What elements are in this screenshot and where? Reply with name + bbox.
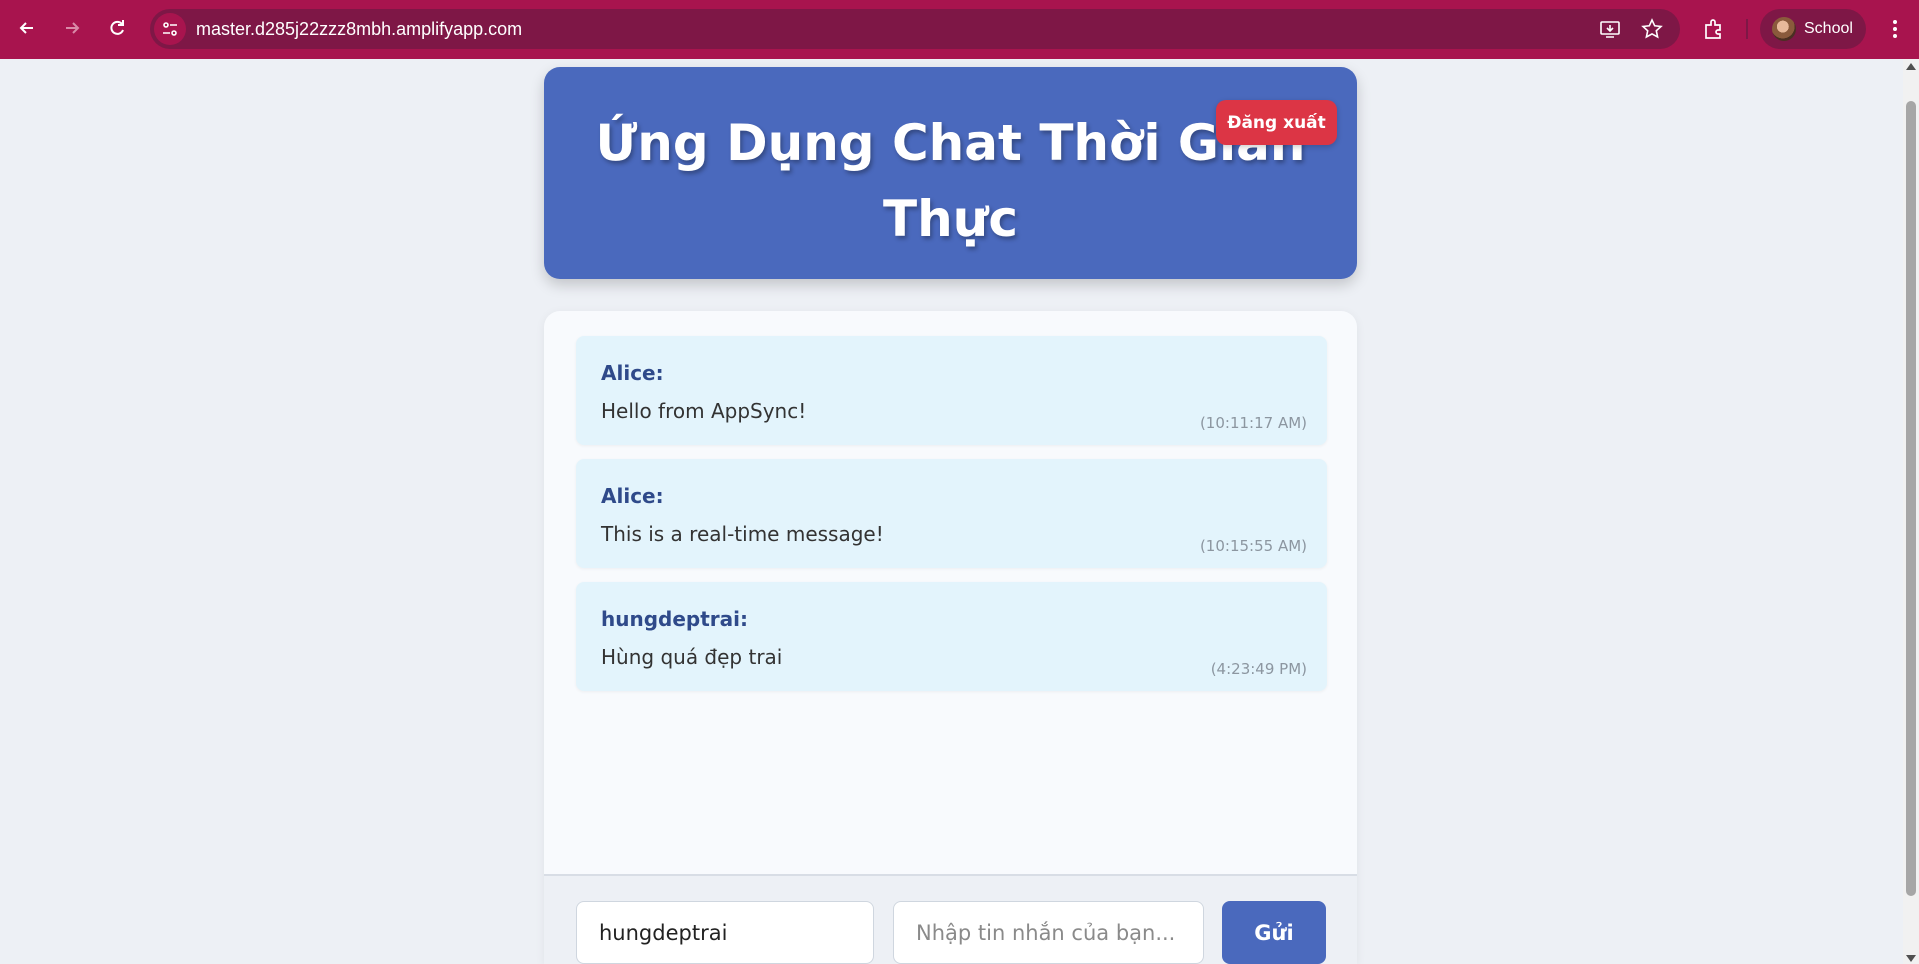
install-icon[interactable]	[1598, 17, 1622, 41]
star-icon[interactable]	[1640, 17, 1664, 41]
list-item: hungdeptrai: Hùng quá đẹp trai (4:23:49 …	[576, 582, 1327, 691]
back-icon[interactable]	[12, 13, 42, 43]
extensions-icon[interactable]	[1698, 14, 1728, 44]
username-input[interactable]: hungdeptrai	[576, 901, 874, 964]
scroll-up-arrow-icon[interactable]	[1906, 63, 1916, 70]
forward-icon[interactable]	[57, 13, 87, 43]
profile-button[interactable]: School	[1760, 9, 1866, 49]
menu-icon[interactable]	[1880, 14, 1910, 44]
reload-icon[interactable]	[102, 13, 132, 43]
address-bar[interactable]: master.d285j22zzz8mbh.amplifyapp.com	[150, 9, 1680, 49]
app-header: Ứng Dụng Chat Thời Gian Thực	[544, 67, 1357, 279]
message-text: This is a real-time message!	[601, 522, 884, 546]
logout-button[interactable]: Đăng xuất	[1216, 100, 1337, 145]
message-text: Hùng quá đẹp trai	[601, 645, 783, 669]
avatar	[1772, 17, 1796, 41]
page-scrollbar[interactable]	[1903, 59, 1919, 964]
message-timestamp: (10:11:17 AM)	[1199, 414, 1307, 432]
url-text[interactable]: master.d285j22zzz8mbh.amplifyapp.com	[196, 19, 522, 40]
scroll-down-arrow-icon[interactable]	[1906, 955, 1916, 962]
message-username: Alice:	[601, 361, 664, 385]
message-username: Alice:	[601, 484, 664, 508]
profile-label: School	[1804, 20, 1853, 37]
list-item: Alice: This is a real-time message! (10:…	[576, 459, 1327, 568]
message-timestamp: (10:15:55 AM)	[1199, 537, 1307, 555]
message-input[interactable]: Nhập tin nhắn của bạn...	[893, 901, 1204, 964]
message-text: Hello from AppSync!	[601, 399, 807, 423]
list-item: Alice: Hello from AppSync! (10:11:17 AM)	[576, 336, 1327, 445]
browser-toolbar: master.d285j22zzz8mbh.amplifyapp.com Sch…	[0, 0, 1919, 59]
scroll-thumb[interactable]	[1906, 101, 1916, 896]
toolbar-separator	[1746, 19, 1748, 39]
message-username: hungdeptrai:	[601, 607, 749, 631]
send-button[interactable]: Gửi	[1222, 901, 1326, 964]
site-info-icon[interactable]	[154, 13, 186, 45]
message-timestamp: (4:23:49 PM)	[1210, 660, 1307, 678]
